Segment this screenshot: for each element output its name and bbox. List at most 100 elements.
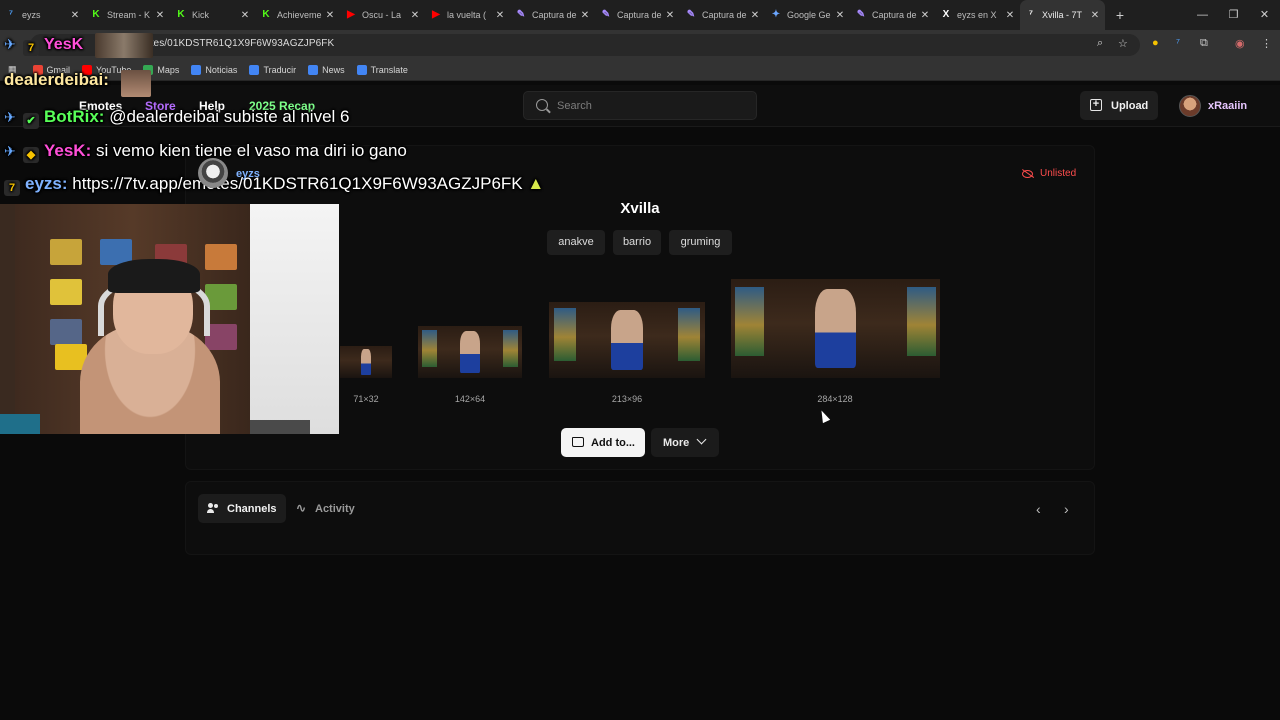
upload-button[interactable]: + Upload <box>1080 91 1158 120</box>
chat-line: dealerdeibai: <box>4 70 109 89</box>
browser-tab[interactable]: Xeyzs en X ✕ <box>935 0 1020 30</box>
window-controls: — ❐ ✕ <box>1187 0 1280 30</box>
close-tab-icon[interactable]: ✕ <box>664 10 676 21</box>
pen-icon: ✎ <box>686 9 696 20</box>
close-tab-icon[interactable]: ✕ <box>239 10 251 21</box>
zoom-icon[interactable]: ⌕ <box>1097 37 1103 50</box>
folder-plus-icon <box>572 437 584 447</box>
close-tab-icon[interactable]: ✕ <box>1004 10 1016 21</box>
browser-tab[interactable]: ✎ Captura de ✕ <box>680 0 765 30</box>
close-tab-icon[interactable]: ✕ <box>69 10 81 21</box>
chat-line: ✈ ✔ BotRix: @dealerdeibai subiste al nivel… <box>4 107 350 129</box>
browser-tab[interactable]: K Achieveme ✕ <box>255 0 340 30</box>
url-text[interactable]: otes/01KDSTR61Q1X9F6W93AGZJP6FK <box>145 38 334 49</box>
search-icon <box>536 99 548 111</box>
bookmark-star-icon[interactable]: ☆ <box>1118 37 1128 50</box>
chevron-left-icon[interactable]: ‹ <box>1036 501 1041 517</box>
7tv-extension-icon[interactable]: ⁷ <box>1176 37 1180 49</box>
chat-line: ✈ 7 YesK <box>4 36 84 56</box>
emote-preview-4x <box>731 279 940 378</box>
browser-tab[interactable]: K Stream - K ✕ <box>85 0 170 30</box>
chat-badge-icon: 7 <box>23 40 39 56</box>
activity-icon: ∿ <box>296 501 307 515</box>
overlay-thumbnail <box>95 33 153 58</box>
tab-channels-label: Channels <box>227 503 277 515</box>
size-label: 213×96 <box>611 394 643 404</box>
pin-icon: ✈ <box>4 143 16 159</box>
tag-chip[interactable]: anakve <box>547 230 605 255</box>
users-icon <box>207 503 221 514</box>
kick-icon: K <box>177 9 185 20</box>
bookmark-item[interactable]: Traducir <box>249 64 296 75</box>
close-tab-icon[interactable]: ✕ <box>834 10 846 21</box>
tag-chip[interactable]: barrio <box>613 230 661 255</box>
bookmark-item[interactable]: Translate <box>356 64 408 75</box>
close-tab-icon[interactable]: ✕ <box>154 10 166 21</box>
bookmark-item[interactable]: Noticias <box>191 64 238 75</box>
browser-tab-label: la vuelta ( <box>447 10 487 20</box>
browser-tab-label: eyzs <box>22 10 41 20</box>
add-to-button[interactable]: Add to... <box>561 428 645 457</box>
puzzle-icon[interactable]: ⧉ <box>1200 37 1208 50</box>
browser-toolbar: otes/01KDSTR61Q1X9F6W93AGZJP6FK ⌕ ☆ ● ⁷ … <box>0 30 1280 59</box>
username[interactable]: xRaaiin <box>1208 100 1247 112</box>
bookmark-item[interactable]: News <box>308 64 345 75</box>
emote-preview-1x <box>340 346 392 378</box>
unlisted-label: Unlisted <box>1040 168 1077 179</box>
browser-tab[interactable]: ✦ Google Ge ✕ <box>765 0 850 30</box>
browser-tab-label: Oscu - La <box>362 10 402 20</box>
browser-tab[interactable]: ⁷ eyzs ✕ <box>0 0 85 30</box>
browser-tab[interactable]: ✎ Captura de ✕ <box>595 0 680 30</box>
maximize-icon[interactable]: ❐ <box>1218 0 1249 30</box>
bookmark-label: Maps <box>157 64 180 75</box>
avatar[interactable] <box>1179 95 1201 117</box>
bookmark-label: News <box>322 64 345 75</box>
close-window-icon[interactable]: ✕ <box>1249 0 1280 30</box>
upload-plus-icon: + <box>1090 99 1102 111</box>
chevron-right-icon[interactable]: › <box>1064 501 1069 517</box>
browser-tab-label: Google Ge <box>787 10 831 20</box>
browser-tab-label: Captura de <box>617 10 662 20</box>
tab-activity[interactable]: ∿ Activity <box>294 494 364 523</box>
size-label: 71×32 <box>353 394 379 404</box>
browser-tab-label: Captura de <box>532 10 577 20</box>
screen: ⁷ eyzs ✕ K Stream - K ✕ K Kick ✕ K Achieveme ✕ ▶ Oscu… <box>0 0 1280 720</box>
close-tab-icon[interactable]: ✕ <box>919 10 931 21</box>
eye-off-icon <box>1022 169 1033 178</box>
browser-tab[interactable]: ✎ Captura de ✕ <box>510 0 595 30</box>
translate-icon <box>249 64 260 75</box>
close-tab-icon[interactable]: ✕ <box>494 10 506 21</box>
browser-tab[interactable]: ▶ Oscu - La ✕ <box>340 0 425 30</box>
tab-activity-label: Activity <box>315 503 355 515</box>
extension-icon[interactable]: ● <box>1152 37 1159 49</box>
browser-tab[interactable]: ✎ Captura de ✕ <box>850 0 935 30</box>
minimize-icon[interactable]: — <box>1187 0 1218 30</box>
browser-tab[interactable]: ⁷ Xvilla - 7T ✕ <box>1020 0 1105 30</box>
close-tab-icon[interactable]: ✕ <box>579 10 591 21</box>
close-tab-icon[interactable]: ✕ <box>1089 10 1101 21</box>
size-label: 284×128 <box>817 394 853 404</box>
close-tab-icon[interactable]: ✕ <box>749 10 761 21</box>
bookmark-label: Noticias <box>205 64 238 75</box>
close-tab-icon[interactable]: ✕ <box>324 10 336 21</box>
close-tab-icon[interactable]: ✕ <box>409 10 421 21</box>
kick-icon: K <box>262 9 270 20</box>
7tv-icon: ⁷ <box>8 9 14 20</box>
gemini-icon: ✦ <box>771 9 781 20</box>
profile-icon[interactable]: ◉ <box>1235 37 1245 50</box>
more-button[interactable]: More <box>651 428 719 457</box>
browser-tab-label: Kick <box>192 10 210 20</box>
pin-icon: ✈ <box>4 109 16 125</box>
search-input[interactable]: Search <box>523 91 757 120</box>
tab-channels[interactable]: Channels <box>198 494 286 523</box>
pin-icon: ✈ <box>4 36 16 52</box>
search-placeholder: Search <box>557 100 592 112</box>
browser-tab[interactable]: K Kick ✕ <box>170 0 255 30</box>
webcam-overlay <box>0 204 339 434</box>
browser-tab[interactable]: ▶ la vuelta ( ✕ <box>425 0 510 30</box>
bookmark-label: Translate <box>370 64 408 75</box>
menu-kebab-icon[interactable]: ⋮ <box>1261 37 1272 50</box>
tag-chip[interactable]: gruming <box>669 230 732 255</box>
new-tab-button[interactable]: + <box>1108 7 1132 23</box>
youtube-icon: ▶ <box>432 9 440 20</box>
